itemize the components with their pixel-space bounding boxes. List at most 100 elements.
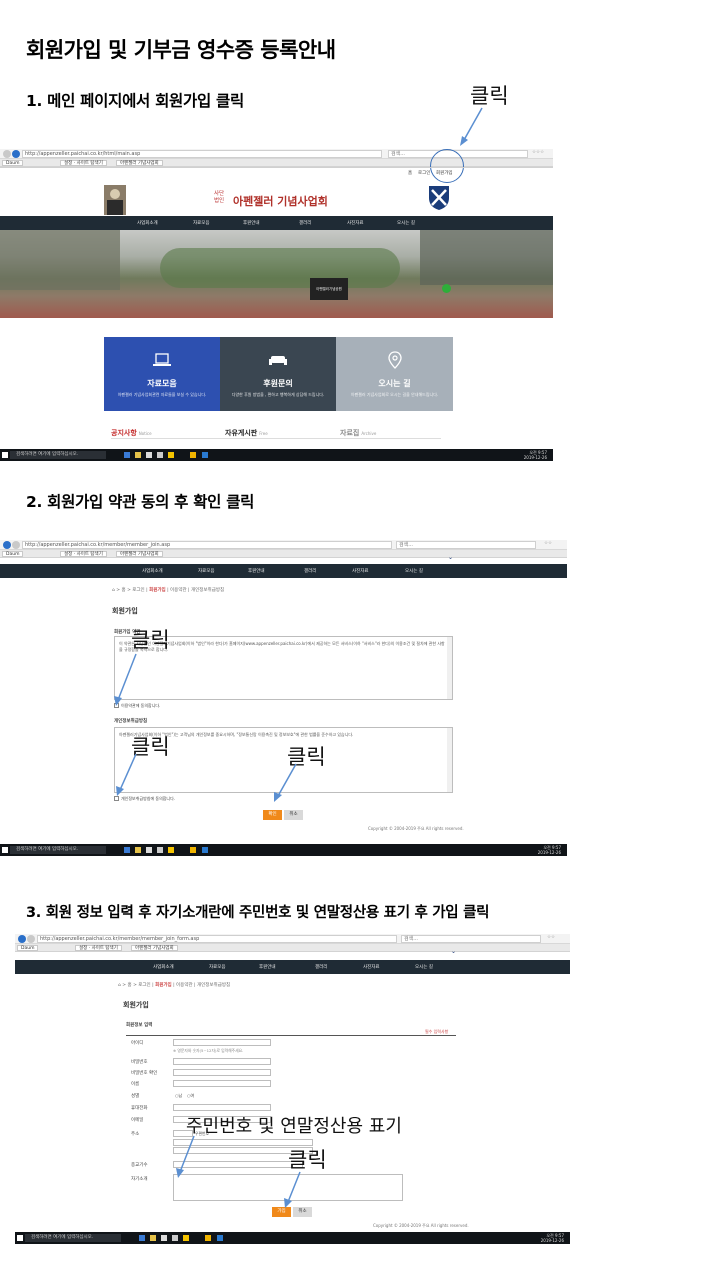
- tab-active[interactable]: 아펜젤러 기념사업회: [116, 160, 163, 166]
- privacy-scrollbar[interactable]: [447, 728, 452, 792]
- star-icon-2[interactable]: ☆☆: [544, 541, 552, 546]
- menu-donation-3[interactable]: 후원안내: [259, 964, 276, 970]
- folder-icon-3[interactable]: [150, 1235, 156, 1241]
- gender-female-radio[interactable]: ○여: [187, 1093, 194, 1099]
- crumb-privacy-3[interactable]: 개인정보취급방침: [197, 983, 230, 988]
- ie-icon[interactable]: [202, 452, 208, 458]
- app-icon-2[interactable]: [190, 847, 196, 853]
- menu-about[interactable]: 사업회소개: [137, 220, 158, 226]
- taskbar-search-input-2[interactable]: 검색하려면 여기에 입력하십시오.: [10, 846, 106, 854]
- crumb-home-3[interactable]: 홈: [128, 983, 132, 988]
- store-icon[interactable]: [146, 452, 152, 458]
- chevron-down-icon[interactable]: ⌄: [448, 554, 453, 561]
- crumb-terms[interactable]: 이용약관: [170, 588, 187, 593]
- terms-scrollbar[interactable]: [447, 637, 452, 699]
- store-icon-2[interactable]: [146, 847, 152, 853]
- mail-icon[interactable]: [157, 452, 163, 458]
- tab-active-2[interactable]: 아펜젤러 기념사업회: [116, 551, 163, 557]
- crumb-login[interactable]: 로그인: [132, 588, 144, 593]
- phone-input[interactable]: [173, 1104, 271, 1111]
- edge-icon[interactable]: [124, 452, 130, 458]
- taskbar-search-input[interactable]: 검색하려면 여기에 입력하십시오.: [10, 451, 106, 459]
- ie-icon-2[interactable]: [202, 847, 208, 853]
- menu-directions-2[interactable]: 오시는 길: [405, 568, 423, 574]
- gender-male-radio[interactable]: ○남: [175, 1093, 182, 1099]
- star-icon[interactable]: ☆☆☆: [532, 150, 544, 155]
- forward-icon-3[interactable]: [27, 935, 35, 943]
- top-link-login[interactable]: 로그인: [418, 170, 430, 176]
- crumb-join-3[interactable]: 회원가입: [155, 983, 172, 988]
- crumb-terms-3[interactable]: 이용약관: [176, 983, 193, 988]
- ok-button[interactable]: 확인: [263, 810, 282, 820]
- menu-archive-3[interactable]: 자료모음: [209, 964, 226, 970]
- menu-photos-3[interactable]: 사진자료: [363, 964, 380, 970]
- menu-archive-2[interactable]: 자료모음: [198, 568, 215, 574]
- hero-indicator[interactable]: [442, 284, 451, 293]
- section-notice[interactable]: 공지사항 Notice: [111, 428, 152, 438]
- favorite-daum[interactable]: Daum: [2, 160, 24, 166]
- app-icon-3[interactable]: [205, 1235, 211, 1241]
- app-icon[interactable]: [190, 452, 196, 458]
- chevron-down-icon-3[interactable]: ⌄: [451, 948, 456, 955]
- section-free[interactable]: 자유게시판 Free: [225, 428, 268, 438]
- cancel-button[interactable]: 취소: [284, 810, 303, 820]
- store-icon-3[interactable]: [161, 1235, 167, 1241]
- mail-icon-3[interactable]: [172, 1235, 178, 1241]
- taskbar-search-input-3[interactable]: 검색하려면 여기에 입력하십시오.: [25, 1234, 121, 1242]
- kakao-icon-3[interactable]: [183, 1235, 189, 1241]
- star-icon-3[interactable]: ☆☆: [547, 935, 555, 940]
- card-archive[interactable]: 자료모음 아펜젤러 기념사업회관련 자료들을 보실 수 있습니다.: [104, 337, 220, 411]
- home-icon-3[interactable]: ⌂: [118, 983, 121, 988]
- back-icon-3[interactable]: [18, 935, 26, 943]
- favorite-settings-3[interactable]: 설정 · 사이트 탐색기: [75, 945, 122, 951]
- password-input[interactable]: [173, 1058, 271, 1065]
- org-name[interactable]: 아펜젤러 기념사업회: [233, 193, 328, 209]
- edge-icon-2[interactable]: [124, 847, 130, 853]
- id-input[interactable]: [173, 1039, 271, 1046]
- windows-start-icon[interactable]: [2, 452, 8, 458]
- forward-icon-2[interactable]: [12, 541, 20, 549]
- card-directions[interactable]: 오시는 길 아펜젤러 기념사업회로 오시는 길을 안내해드립니다.: [336, 337, 453, 411]
- home-icon[interactable]: ⌂: [112, 588, 115, 593]
- menu-directions[interactable]: 오시는 길: [397, 220, 415, 226]
- menu-donation-2[interactable]: 후원안내: [248, 568, 265, 574]
- back-icon-2[interactable]: [3, 541, 11, 549]
- kakao-icon[interactable]: [168, 452, 174, 458]
- menu-archive[interactable]: 자료모음: [193, 220, 210, 226]
- menu-photos-2[interactable]: 사진자료: [352, 568, 369, 574]
- url-input[interactable]: http://appenzeller.paichai.co.kr/html/ma…: [22, 150, 382, 158]
- menu-about-3[interactable]: 사업회소개: [153, 964, 174, 970]
- crumb-login-3[interactable]: 로그인: [138, 983, 150, 988]
- section-archive[interactable]: 자료집 Archive: [340, 428, 376, 438]
- forward-icon[interactable]: [12, 150, 20, 158]
- favorite-settings-2[interactable]: 설정 · 사이트 탐색기: [60, 551, 107, 557]
- mail-icon-2[interactable]: [157, 847, 163, 853]
- folder-icon-2[interactable]: [135, 847, 141, 853]
- back-icon[interactable]: [3, 150, 11, 158]
- crumb-home[interactable]: 홈: [122, 588, 126, 593]
- search-input-2[interactable]: 검색...: [396, 541, 536, 549]
- crumb-privacy[interactable]: 개인정보취급방침: [191, 588, 224, 593]
- menu-gallery-2[interactable]: 갤러리: [304, 568, 316, 574]
- menu-photos[interactable]: 사진자료: [347, 220, 364, 226]
- tab-active-3[interactable]: 아펜젤러 기념사업회: [131, 945, 178, 951]
- password-confirm-input[interactable]: [173, 1069, 271, 1076]
- url-input-3[interactable]: http://appenzeller.paichai.co.kr/member/…: [37, 935, 397, 943]
- favorite-settings[interactable]: 설정 · 사이트 탐색기: [60, 160, 107, 166]
- windows-start-icon-2[interactable]: [2, 847, 8, 853]
- crumb-join[interactable]: 회원가입: [149, 588, 166, 593]
- menu-donation[interactable]: 후원안내: [243, 220, 260, 226]
- ie-icon-3[interactable]: [217, 1235, 223, 1241]
- menu-about-2[interactable]: 사업회소개: [142, 568, 163, 574]
- favorite-daum-2[interactable]: Daum: [2, 551, 24, 557]
- windows-start-icon-3[interactable]: [17, 1235, 23, 1241]
- favorite-daum-3[interactable]: Daum: [17, 945, 39, 951]
- search-input-3[interactable]: 검색...: [401, 935, 541, 943]
- url-input-2[interactable]: http://appenzeller.paichai.co.kr/member/…: [22, 541, 392, 549]
- card-donation[interactable]: 후원문의 다양한 후원 방법을 , 편하고 행복하게 상담해 드립니다.: [220, 337, 336, 411]
- menu-gallery[interactable]: 갤러리: [299, 220, 311, 226]
- name-input[interactable]: [173, 1080, 271, 1087]
- kakao-icon-2[interactable]: [168, 847, 174, 853]
- edge-icon-3[interactable]: [139, 1235, 145, 1241]
- folder-icon[interactable]: [135, 452, 141, 458]
